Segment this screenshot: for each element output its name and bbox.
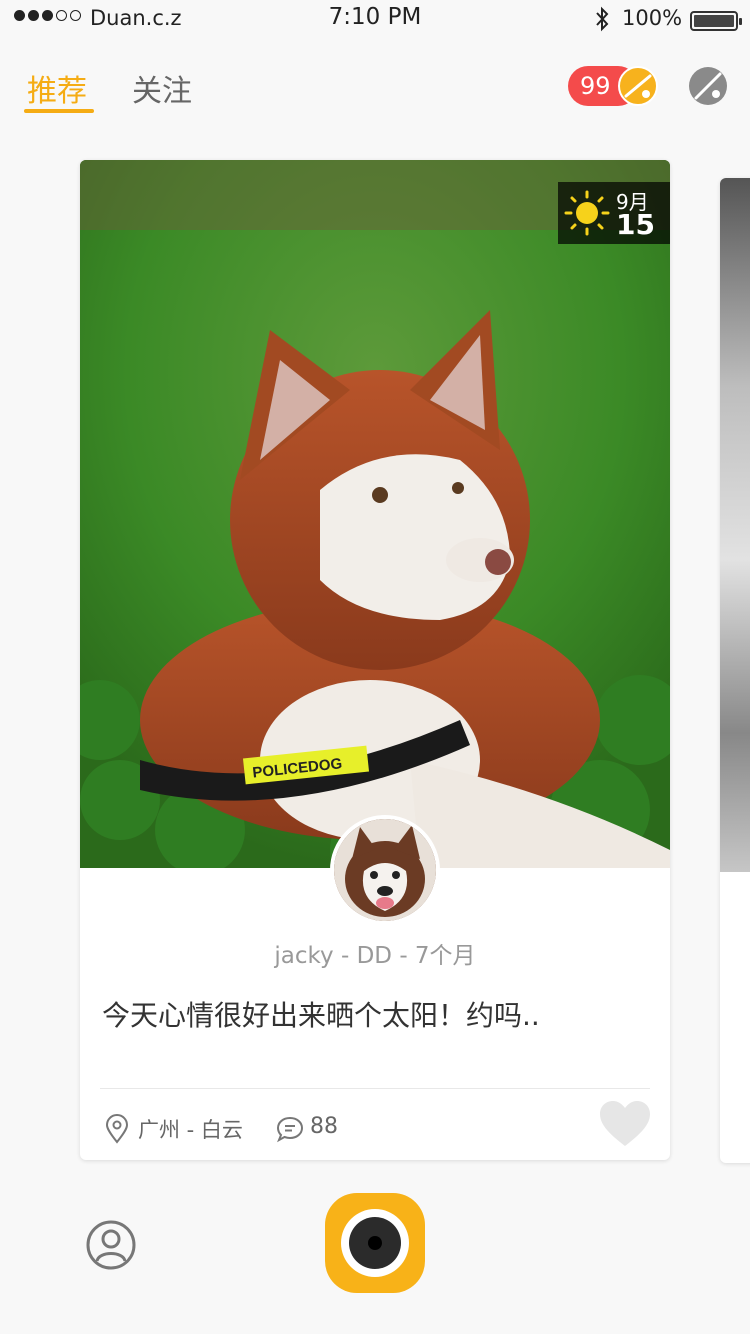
bluetooth-icon <box>596 6 609 32</box>
comment-icon[interactable] <box>276 1115 304 1143</box>
tab-recommend[interactable]: 推荐 <box>27 66 87 110</box>
message-button[interactable]: 99 <box>568 66 658 106</box>
post-card[interactable]: POLICEDOG 9月 15 jacky - DD - 7个月 今天心情很好出… <box>80 160 670 1160</box>
status-bar: Duan.c.z 7:10 PM 100% <box>0 0 750 40</box>
active-tab-indicator <box>24 109 94 113</box>
post-photo[interactable]: POLICEDOG 9月 15 <box>80 160 670 868</box>
date-day: 15 <box>616 208 655 241</box>
post-author-meta: jacky - DD - 7个月 <box>274 943 476 969</box>
sun-icon <box>564 190 610 236</box>
tab-follow[interactable]: 关注 <box>132 66 192 110</box>
battery-percentage: 100% <box>622 6 683 30</box>
camera-button[interactable] <box>325 1193 425 1293</box>
camera-icon <box>341 1209 409 1277</box>
next-post-photo <box>720 178 750 872</box>
heart-icon[interactable] <box>598 1100 652 1148</box>
discover-globe-icon[interactable] <box>688 66 728 106</box>
card-divider <box>100 1088 650 1089</box>
dog-photo-illustration: POLICEDOG <box>80 160 670 868</box>
battery-icon <box>690 11 742 31</box>
date-weather-badge: 9月 15 <box>558 182 670 244</box>
next-post-card[interactable] <box>720 178 750 1163</box>
profile-icon[interactable] <box>85 1219 137 1271</box>
comment-count: 88 <box>310 1114 338 1139</box>
location-pin-icon <box>105 1114 129 1144</box>
avatar[interactable] <box>330 815 440 925</box>
message-icon <box>618 66 658 106</box>
post-location[interactable]: 广州 - 白云 <box>138 1114 243 1144</box>
post-caption: 今天心情很好出来晒个太阳！约吗.. <box>102 999 540 1032</box>
